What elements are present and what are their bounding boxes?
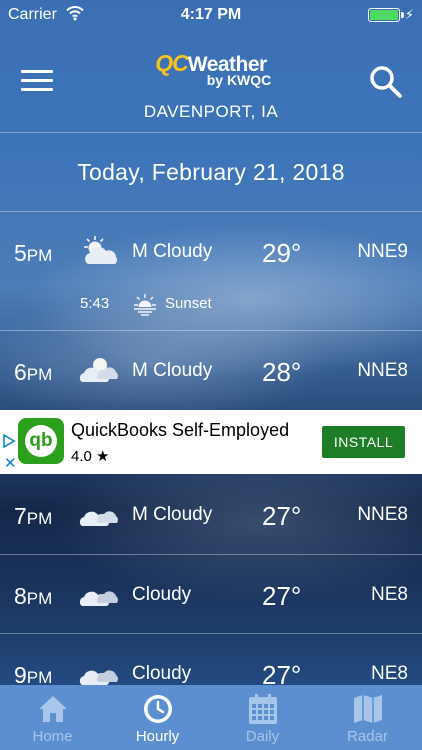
status-time: 4:17 PM — [180, 6, 242, 23]
tab-label: Hourly — [135, 728, 180, 745]
status-bar: Carrier 4:17 PM ⚡ — [0, 0, 422, 30]
tab-label: Daily — [245, 728, 280, 745]
location-label[interactable]: DAVENPORT, IA — [0, 102, 422, 122]
hour-row[interactable]: 7PM M Cloudy 27° NNE8 — [0, 475, 422, 554]
date-row: Today, February 21, 2018 — [0, 133, 422, 211]
condition-label: Cloudy — [132, 663, 192, 684]
charging-icon: ⚡ — [404, 7, 414, 22]
sun-cloud-icon — [84, 236, 117, 264]
hour-label: 7PM — [14, 503, 53, 529]
install-button[interactable]: INSTALL — [322, 426, 405, 458]
tab-daily[interactable]: Daily — [210, 685, 315, 750]
quickbooks-logo-icon: qb — [18, 418, 64, 464]
temperature-label: 28° — [262, 357, 302, 387]
star-icon: ★ — [96, 448, 110, 465]
cloud-icon — [79, 591, 118, 606]
hour-label: 6PM — [14, 359, 53, 385]
app-logo: QCWeather by KWQC — [0, 50, 422, 88]
tab-bar: Home Hourly Daily Radar — [0, 685, 422, 750]
ad-choices-icon[interactable] — [2, 434, 16, 448]
condition-label: M Cloudy — [132, 360, 213, 381]
hour-row[interactable]: 8PM Cloudy 27° NE8 — [0, 555, 422, 634]
wind-label: NNE8 — [357, 504, 408, 525]
tab-label: Radar — [347, 728, 388, 745]
sunset-label: Sunset — [165, 295, 212, 312]
condition-label: Cloudy — [132, 584, 192, 605]
wind-label: NE8 — [371, 663, 408, 684]
tab-home[interactable]: Home — [0, 685, 105, 750]
close-ad-icon[interactable]: ✕ — [4, 454, 17, 472]
hour-label: 8PM — [14, 583, 53, 609]
tab-label: Home — [32, 728, 73, 745]
condition-label: M Cloudy — [132, 504, 213, 525]
temperature-label: 29° — [262, 238, 302, 268]
app-header: QCWeather by KWQC DAVENPORT, IA — [0, 30, 422, 133]
ad-rating: 4.0 ★ — [71, 448, 110, 465]
calendar-icon — [249, 694, 277, 724]
sunset-time: 5:43 — [80, 295, 110, 312]
wind-label: NNE8 — [357, 360, 408, 381]
sunset-icon — [134, 294, 156, 316]
condition-label: M Cloudy — [132, 241, 213, 262]
hour-row[interactable]: 6PM M Cloudy 28° NNE8 — [0, 331, 422, 410]
hour-label: 5PM — [14, 240, 53, 266]
forecast-date: Today, February 21, 2018 — [77, 159, 345, 185]
battery-icon — [368, 8, 404, 22]
wind-label: NNE9 — [357, 241, 408, 262]
tab-radar[interactable]: Radar — [315, 685, 420, 750]
sunset-row: 5:43 Sunset — [0, 292, 422, 318]
wind-label: NE8 — [371, 584, 408, 605]
search-icon[interactable] — [369, 65, 403, 99]
temperature-label: 27° — [262, 501, 302, 531]
home-icon — [39, 696, 67, 722]
logo-qc: QC — [155, 50, 188, 76]
logo-byline: by KWQC — [206, 72, 272, 88]
ad-title: QuickBooks Self-Employed — [71, 420, 290, 440]
map-icon — [354, 695, 382, 723]
ad-banner[interactable]: ✕ qb QuickBooks Self-Employed 4.0 ★ INST… — [0, 410, 422, 474]
hour-row[interactable]: 5PM M Cloudy 29° NNE9 — [0, 212, 422, 291]
sun-cloud-icon — [79, 358, 118, 382]
clock-icon — [144, 695, 172, 723]
cloud-icon — [79, 511, 118, 526]
temperature-label: 27° — [262, 581, 302, 611]
tab-hourly[interactable]: Hourly — [105, 685, 210, 750]
